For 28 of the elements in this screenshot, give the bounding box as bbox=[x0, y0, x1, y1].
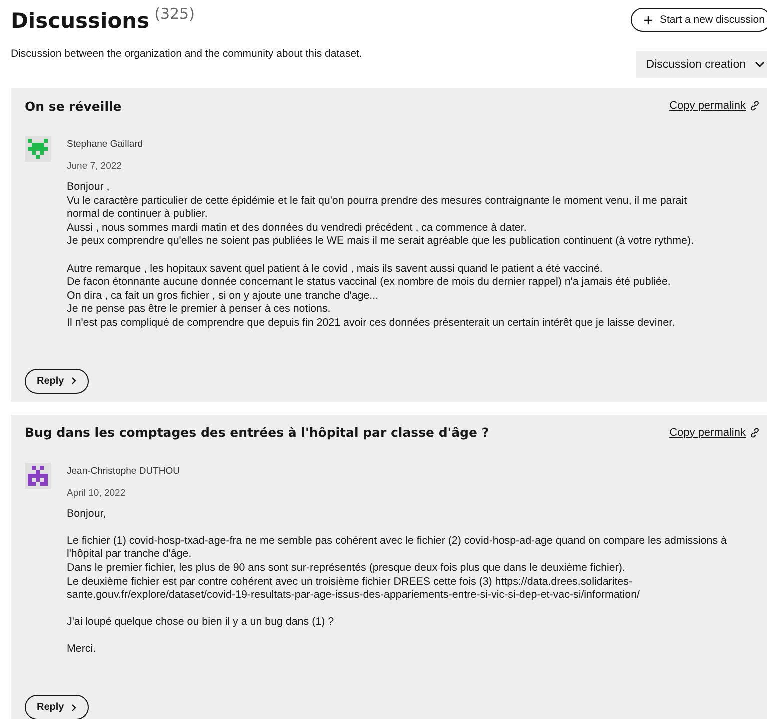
message-paragraph: Bonjour , Vu le caractère particulier de cette épidémie et le fait qu'on pourra prendre des mesures contraignante le moment venu, il me parait normal de continuer à publier. Aussi , nous sommes mardi matin et des données du vendredi précédent , ca commence à dater. Je peux comprendre qu'elles ne soient pas publiées le WE mais il me serait agréable que les publication continuent (à votre rythme). bbox=[67, 181, 695, 249]
message-paragraph: J'ai loupé quelque chose ou bien il y a un bug dans (1) ? bbox=[67, 616, 336, 630]
post-date: April 10, 2022 bbox=[67, 488, 127, 499]
page-description: Discussion between the organization and the community about this dataset. bbox=[11, 48, 362, 60]
link-icon bbox=[750, 428, 760, 438]
chevron-down-icon bbox=[755, 61, 765, 68]
copy-permalink-link[interactable]: Copy permalink bbox=[670, 100, 760, 112]
chevron-right-icon bbox=[71, 377, 78, 386]
post-date: June 7, 2022 bbox=[67, 161, 123, 172]
avatar-icon bbox=[25, 136, 51, 162]
message-paragraph: Le fichier (1) covid-hosp-txad-age-fra ne me semble pas cohérent avec le fichier (2) covid-hosp-ad-age quand on compare les admissions à l'hôpital par tranche d'âge. Dans le premier fichier, les plus de 90 ans sont sur-représentés (presque deux fois plus que dans le deuxième fichier). Le deuxième fichier est par contre cohérent avec un troisième fichier DREES cette fois (3) https://data.drees.solidarites- sante.gouv.fr/explore/dataset/covid-19-resultats-par-age-issus-des-appariements-entre-si-vic-si-dep-et-vac-si/information/ bbox=[67, 534, 728, 603]
discussion-title: Bug dans les comptages des entrées à l'hôpital par classe d'âge ? bbox=[25, 425, 490, 440]
reply-button[interactable]: Reply bbox=[25, 368, 90, 394]
copy-permalink-link[interactable]: Copy permalink bbox=[670, 426, 760, 439]
discussion-count: (325) bbox=[154, 6, 195, 22]
start-discussion-button[interactable]: Start a new discussion bbox=[630, 8, 767, 32]
author-name: Stephane Gaillard bbox=[67, 139, 144, 150]
discussion-title: On se réveille bbox=[25, 98, 122, 114]
author-name: Jean-Christophe DUTHOU bbox=[67, 466, 181, 477]
chevron-right-icon bbox=[71, 704, 78, 712]
sort-dropdown[interactable]: Discussion creation bbox=[636, 51, 767, 78]
message-paragraph: Bonjour, bbox=[67, 508, 108, 522]
plus-icon bbox=[644, 16, 653, 24]
reply-button[interactable]: Reply bbox=[25, 695, 90, 719]
link-icon bbox=[750, 101, 760, 111]
page-title: Discussions bbox=[11, 8, 150, 34]
message-paragraph: Merci. bbox=[67, 643, 98, 658]
message-paragraph: Autre remarque , les hopitaux savent quel patient à le covid , mais ils savent aussi quand le patient a été vacciné. De facon étonnante aucune donnée concernant le status vaccinal (ex nombre de mois du dernier rappel) n'a jamais été publiée. On dira , ca fait un gros fichier , si on y ajoute une tranche d'age... Je ne pense pas être le premier à penser à ces notions. Il n'est pas compliqué de comprendre que depuis fin 2021 avoir ces données présenterait un certain intérêt que je laisse deviner. bbox=[67, 262, 676, 331]
